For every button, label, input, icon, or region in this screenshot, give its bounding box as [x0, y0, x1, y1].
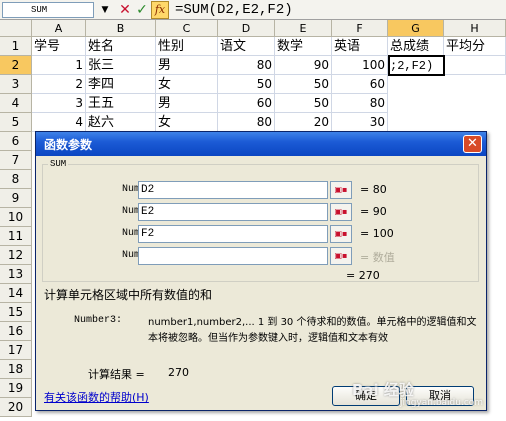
- arg-result-number1: = 80: [360, 183, 387, 196]
- row-header[interactable]: 7: [0, 151, 32, 170]
- collapse-dialog-icon[interactable]: ▣▪: [330, 225, 352, 243]
- cancel-icon[interactable]: ✕: [117, 1, 133, 19]
- cell-h2[interactable]: [444, 56, 506, 75]
- cell-d1[interactable]: 语文: [218, 37, 275, 56]
- cell-b3[interactable]: 李四: [86, 75, 156, 94]
- cell-c2[interactable]: 男: [156, 56, 218, 75]
- row-header[interactable]: 5: [0, 113, 32, 132]
- cell-e2[interactable]: 90: [275, 56, 332, 75]
- row-header[interactable]: 10: [0, 208, 32, 227]
- cell-b4[interactable]: 王五: [86, 94, 156, 113]
- arg-result-number3: = 100: [360, 227, 394, 240]
- formula-bar: SUM ▼ ✕ ✓ fx =SUM(D2,E2,F2): [0, 0, 506, 20]
- number3-input[interactable]: F2: [138, 225, 328, 243]
- cell-f3[interactable]: 60: [332, 75, 388, 94]
- name-box[interactable]: SUM: [2, 2, 94, 18]
- function-arguments-dialog: 函数参数 ✕ SUM Number1 D2 ▣▪ = 80 Number2 E2…: [35, 131, 487, 411]
- cell-a1[interactable]: 学号: [32, 37, 86, 56]
- cell-e4[interactable]: 50: [275, 94, 332, 113]
- arg-help-text: number1,number2,... 1 到 30 个待求和的数值。单元格中的…: [148, 317, 477, 344]
- cell-h1[interactable]: 平均分: [444, 37, 506, 56]
- row-header[interactable]: 15: [0, 303, 32, 322]
- row-header[interactable]: 17: [0, 341, 32, 360]
- row-header[interactable]: 8: [0, 170, 32, 189]
- result-value: 270: [168, 366, 189, 379]
- cell-a3[interactable]: 2: [32, 75, 86, 94]
- collapse-dialog-icon[interactable]: ▣▪: [330, 203, 352, 221]
- row-header[interactable]: 20: [0, 398, 32, 417]
- select-all-corner[interactable]: [0, 20, 32, 37]
- result-label: 计算结果 =: [88, 368, 145, 381]
- col-header-f[interactable]: F: [332, 20, 388, 37]
- watermark-url: jingyan.baidu.com: [400, 398, 484, 408]
- col-header-a[interactable]: A: [32, 20, 86, 37]
- col-header-e[interactable]: E: [275, 20, 332, 37]
- cell-g2-active[interactable]: ;2,F2): [388, 55, 445, 76]
- cell-c3[interactable]: 女: [156, 75, 218, 94]
- cell-e1[interactable]: 数学: [275, 37, 332, 56]
- row-header[interactable]: 4: [0, 94, 32, 113]
- col-header-b[interactable]: B: [86, 20, 156, 37]
- col-header-g[interactable]: G: [388, 20, 444, 37]
- col-header-c[interactable]: C: [156, 20, 218, 37]
- close-button[interactable]: ✕: [463, 135, 482, 153]
- dialog-titlebar[interactable]: 函数参数 ✕: [36, 132, 486, 156]
- formula-total: = 270: [346, 269, 380, 282]
- number4-input[interactable]: [138, 247, 328, 265]
- row-header[interactable]: 18: [0, 360, 32, 379]
- cell-f4[interactable]: 80: [332, 94, 388, 113]
- watermark-logo: Bai 经验: [352, 381, 414, 399]
- cell-a5[interactable]: 4: [32, 113, 86, 132]
- cell-a4[interactable]: 3: [32, 94, 86, 113]
- row-header[interactable]: 14: [0, 284, 32, 303]
- cell-f5[interactable]: 30: [332, 113, 388, 132]
- row-header[interactable]: 1: [0, 37, 32, 56]
- cell-g1[interactable]: 总成绩: [388, 37, 444, 56]
- row-header[interactable]: 6: [0, 132, 32, 151]
- cell-d5[interactable]: 80: [218, 113, 275, 132]
- cell-b5[interactable]: 赵六: [86, 113, 156, 132]
- number2-input[interactable]: E2: [138, 203, 328, 221]
- cell-d4[interactable]: 60: [218, 94, 275, 113]
- arg-result-number2: = 90: [360, 205, 387, 218]
- arg-help-name: Number3:: [74, 315, 123, 326]
- cell-f2[interactable]: 100: [332, 56, 388, 75]
- enter-check-icon[interactable]: ✓: [134, 1, 150, 19]
- row-header[interactable]: 19: [0, 379, 32, 398]
- cell-c5[interactable]: 女: [156, 113, 218, 132]
- cell-c4[interactable]: 男: [156, 94, 218, 113]
- cell-e3[interactable]: 50: [275, 75, 332, 94]
- function-description: 计算单元格区域中所有数值的和: [44, 288, 213, 302]
- row-header[interactable]: 2: [0, 56, 32, 75]
- collapse-dialog-icon[interactable]: ▣▪: [330, 181, 352, 199]
- col-header-h[interactable]: H: [444, 20, 506, 37]
- row-header[interactable]: 3: [0, 75, 32, 94]
- col-header-d[interactable]: D: [218, 20, 275, 37]
- number1-input[interactable]: D2: [138, 181, 328, 199]
- insert-function-icon[interactable]: fx: [151, 1, 169, 19]
- group-label: SUM: [48, 159, 69, 169]
- cell-b1[interactable]: 姓名: [86, 37, 156, 56]
- chevron-down-icon[interactable]: ▼: [98, 2, 112, 18]
- collapse-dialog-icon[interactable]: ▣▪: [330, 247, 352, 265]
- row-header[interactable]: 9: [0, 189, 32, 208]
- row-header[interactable]: 11: [0, 227, 32, 246]
- cell-a2[interactable]: 1: [32, 56, 86, 75]
- cell-f1[interactable]: 英语: [332, 37, 388, 56]
- dialog-title: 函数参数: [44, 138, 93, 152]
- row-header[interactable]: 12: [0, 246, 32, 265]
- row-header[interactable]: 16: [0, 322, 32, 341]
- cell-d2[interactable]: 80: [218, 56, 275, 75]
- cell-b2[interactable]: 张三: [86, 56, 156, 75]
- function-help-link[interactable]: 有关该函数的帮助(H): [44, 389, 149, 405]
- cell-e5[interactable]: 20: [275, 113, 332, 132]
- arg-result-number4: = 数值: [360, 251, 395, 264]
- formula-input[interactable]: =SUM(D2,E2,F2): [175, 1, 293, 19]
- cell-c1[interactable]: 性别: [156, 37, 218, 56]
- row-header[interactable]: 13: [0, 265, 32, 284]
- cell-d3[interactable]: 50: [218, 75, 275, 94]
